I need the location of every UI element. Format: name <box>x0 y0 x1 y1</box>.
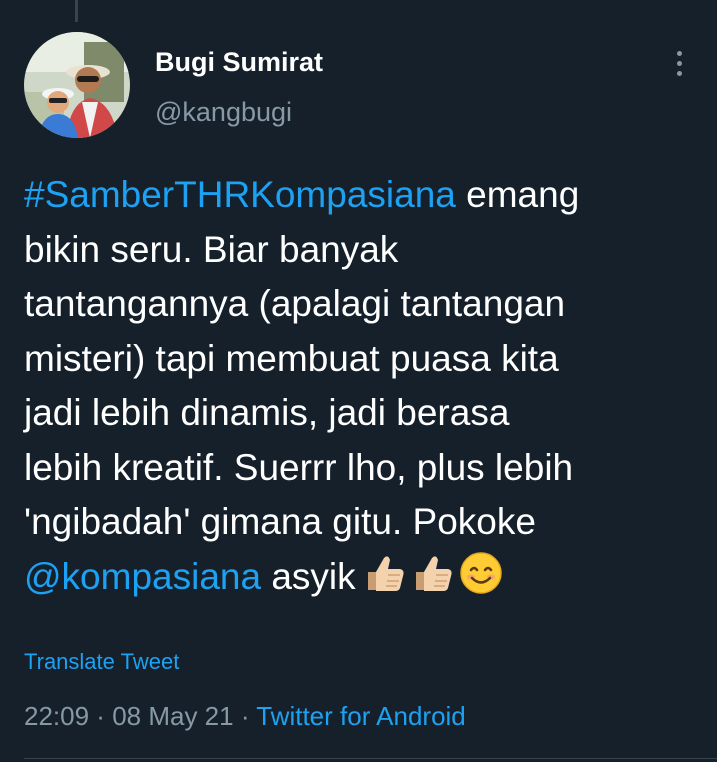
thumbs-up-icon <box>362 550 408 596</box>
meta-separator: · <box>89 701 113 731</box>
tweet-line: bikin seru. Biar banyak <box>24 228 399 270</box>
tweet-source-link[interactable]: Twitter for Android <box>256 701 466 731</box>
more-dot <box>676 50 682 56</box>
author-display-name[interactable]: Bugi Sumirat <box>155 45 323 79</box>
tweet-meta: 22:09 · 08 May 21 · Twitter for Android <box>24 700 466 732</box>
tweet-text: #SamberTHRKompasiana emang bikin seru. B… <box>24 168 704 604</box>
smiling-face-icon <box>458 550 504 596</box>
thread-connector-line <box>75 0 78 22</box>
translate-tweet-link[interactable]: Translate Tweet <box>24 648 179 676</box>
tweet-time[interactable]: 22:09 <box>24 701 89 731</box>
more-dot <box>676 70 682 76</box>
thumbs-up-icon <box>410 550 456 596</box>
tweet-line: #SamberTHRKompasiana emang <box>24 168 704 223</box>
meta-separator: · <box>233 701 257 731</box>
mention-link[interactable]: @kompasiana <box>24 556 261 597</box>
tweet-line: jadi lebih dinamis, jadi berasa <box>24 392 510 433</box>
avatar-photo <box>24 32 130 138</box>
tweet-line: 'ngibadah' gimana gitu. Pokoke <box>24 501 536 542</box>
tweet-line: @kompasiana asyik <box>24 550 704 605</box>
author-handle[interactable]: @kangbugi <box>155 95 292 129</box>
tweet-date[interactable]: 08 May 21 <box>112 701 233 731</box>
more-dot <box>676 60 682 66</box>
more-options-icon[interactable] <box>666 46 692 80</box>
tweet-line: misteri) tapi membuat puasa kita <box>24 337 559 379</box>
tweet-line: lebih kreatif. Suerrr lho, plus lebih <box>24 446 574 488</box>
avatar[interactable] <box>24 32 130 138</box>
divider <box>24 758 717 759</box>
tweet-text-segment: emang <box>455 174 580 215</box>
hashtag-link[interactable]: #SamberTHRKompasiana <box>24 174 456 215</box>
tweet-line: tantangannya (apalagi tantangan <box>24 283 566 324</box>
tweet-text-segment: asyik <box>261 555 356 597</box>
